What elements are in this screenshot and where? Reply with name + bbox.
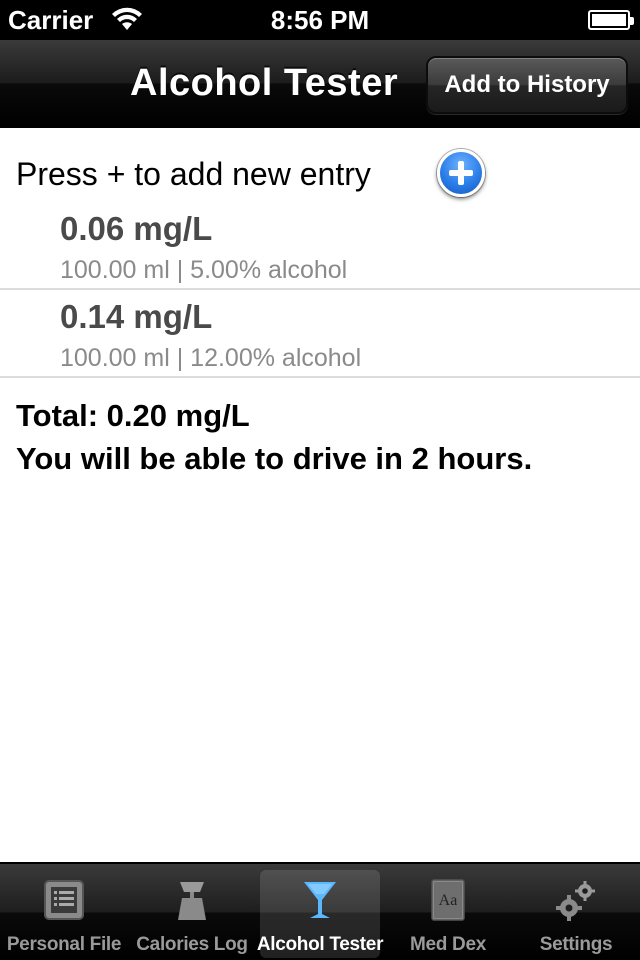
add-entry-plus-icon[interactable] (437, 149, 485, 197)
book-icon: Aa (431, 879, 465, 921)
drive-message: You will be able to drive in 2 hours. (16, 441, 533, 476)
tab-label: Calories Log (136, 934, 248, 955)
add-entry-prompt: Press + to add new entry (16, 156, 371, 192)
navigation-bar: Alcohol Tester Add to History (0, 40, 640, 128)
entries-list: Press + to add new entry 0.06 mg/L 100.0… (0, 130, 640, 862)
entry-value: 0.06 mg/L (60, 210, 213, 247)
scale-icon (178, 882, 206, 920)
cocktail-glass-icon (304, 882, 336, 918)
gears-icon (556, 881, 595, 921)
list-item[interactable]: 0.06 mg/L 100.00 ml | 5.00% alcohol (0, 202, 640, 290)
tab-med-dex[interactable]: Aa Med Dex (388, 870, 508, 958)
tab-settings[interactable]: Settings (516, 870, 636, 958)
entry-value: 0.14 mg/L (60, 298, 213, 335)
tab-label: Med Dex (409, 934, 487, 955)
tab-bar: Personal File Calories Log Alcohol Teste… (0, 862, 640, 960)
tab-calories-log[interactable]: Calories Log (132, 870, 252, 958)
status-time: 8:56 PM (270, 5, 370, 35)
battery-icon (588, 10, 634, 30)
total-text: Total: 0.20 mg/L (16, 398, 250, 433)
tab-alcohol-tester[interactable]: Alcohol Tester (257, 870, 383, 958)
tab-label: Alcohol Tester (256, 934, 384, 955)
tab-personal-file[interactable]: Personal File (4, 870, 124, 958)
entry-detail: 100.00 ml | 5.00% alcohol (60, 256, 348, 284)
tab-label: Personal File (6, 934, 122, 955)
add-entry-row: Press + to add new entry (0, 130, 640, 202)
summary: Total: 0.20 mg/L You will be able to dri… (16, 394, 532, 480)
entry-detail: 100.00 ml | 12.00% alcohol (60, 344, 362, 372)
tab-label: Settings (539, 934, 613, 955)
svg-text:Aa: Aa (439, 892, 458, 909)
add-to-history-button[interactable]: Add to History (426, 56, 628, 114)
personal-file-icon (44, 880, 84, 920)
list-item[interactable]: 0.14 mg/L 100.00 ml | 12.00% alcohol (0, 290, 640, 378)
page-title: Alcohol Tester (130, 62, 399, 104)
status-bar: Carrier 8:56 PM (0, 0, 640, 40)
